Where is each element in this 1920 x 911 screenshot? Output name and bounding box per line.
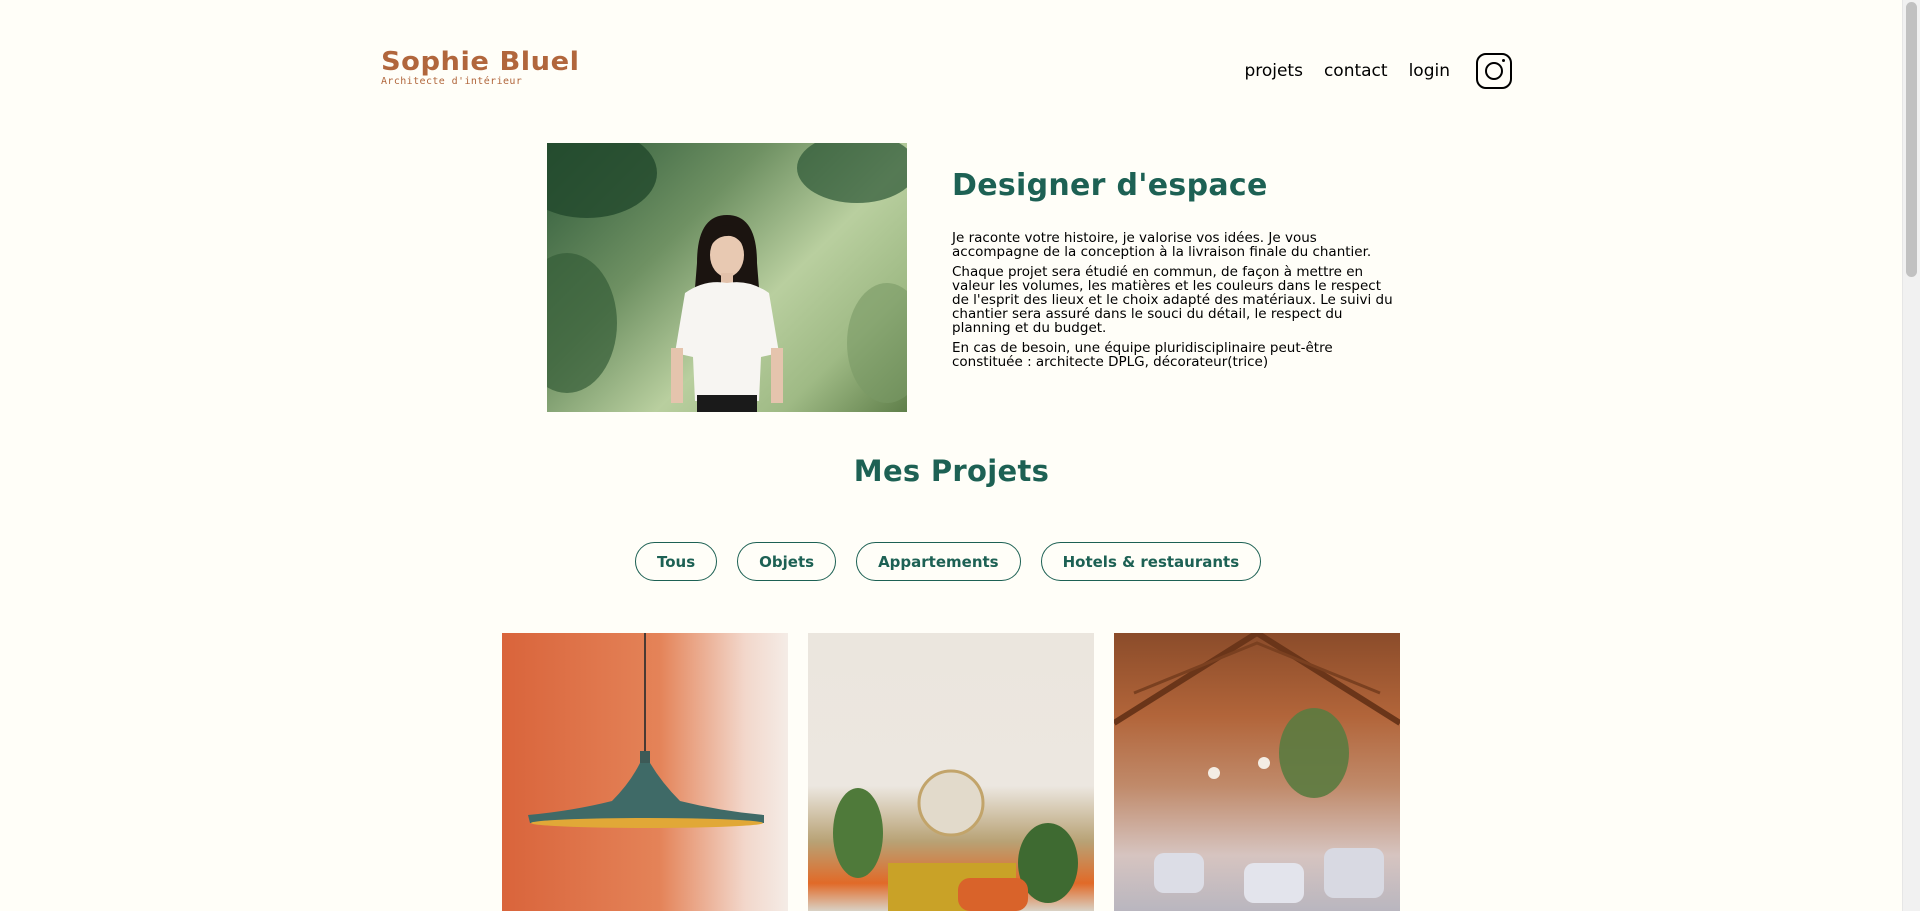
project-image[interactable] (1114, 633, 1400, 911)
filter-bar: Tous Objets Appartements Hotels & restau… (635, 542, 1262, 581)
logo-subtitle: Architecte d'intérieur (381, 76, 523, 87)
nav-link-contact[interactable]: contact (1324, 61, 1388, 81)
nav-link-login[interactable]: login (1409, 61, 1450, 81)
filter-button-hotels-restaurants[interactable]: Hotels & restaurants (1040, 542, 1262, 581)
project-image[interactable] (808, 633, 1094, 911)
intro-title: Designer d'espace (952, 168, 1268, 203)
logo-name: Sophie Bluel (381, 47, 580, 77)
logo[interactable]: Sophie Bluel Architecte d'intérieur (381, 48, 579, 87)
filter-button-objets[interactable]: Objets (737, 542, 837, 581)
page-scrollbar[interactable] (1902, 0, 1920, 911)
instagram-icon-ring (1485, 62, 1503, 80)
site-header: Sophie Bluel Architecte d'intérieur proj… (381, 48, 1512, 94)
instagram-icon-dot (1502, 59, 1505, 62)
intro-paragraph: Chaque projet sera étudié en commun, de … (952, 264, 1393, 336)
intro-paragraph: En cas de besoin, une équipe pluridiscip… (952, 340, 1333, 370)
project-image[interactable] (502, 633, 788, 911)
intro-paragraph: Je raconte votre histoire, je valorise v… (952, 230, 1372, 260)
intro-text: Designer d'espace Je raconte votre histo… (952, 168, 1402, 375)
main-nav: projets contact login (1223, 48, 1512, 94)
project-gallery (502, 633, 1400, 911)
filter-button-appartements[interactable]: Appartements (856, 542, 1021, 581)
portfolio-title: Mes Projets (853, 454, 1050, 488)
filter-button-tous[interactable]: Tous (635, 542, 718, 581)
portrait-photo (547, 143, 907, 412)
instagram-icon[interactable] (1476, 53, 1512, 89)
scrollbar-thumb[interactable] (1906, 2, 1917, 277)
nav-link-projets[interactable]: projets (1244, 61, 1303, 81)
